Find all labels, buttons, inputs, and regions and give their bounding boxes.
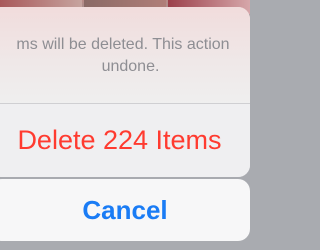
delete-items-button[interactable]: Delete 224 Items [0,104,250,177]
warning-text-line-1: ms will be deleted. This action [16,36,230,53]
warning-text: ms will be deleted. This action undone. [0,34,250,78]
action-sheet-message: ms will be deleted. This action undone. [0,7,250,104]
delete-action-sheet: ms will be deleted. This action undone. … [0,7,250,177]
cancel-label: Cancel [82,195,168,225]
warning-text-line-2: undone. [101,58,160,75]
cancel-button[interactable]: Cancel [0,179,250,241]
delete-items-label: Delete 224 Items [17,125,222,155]
